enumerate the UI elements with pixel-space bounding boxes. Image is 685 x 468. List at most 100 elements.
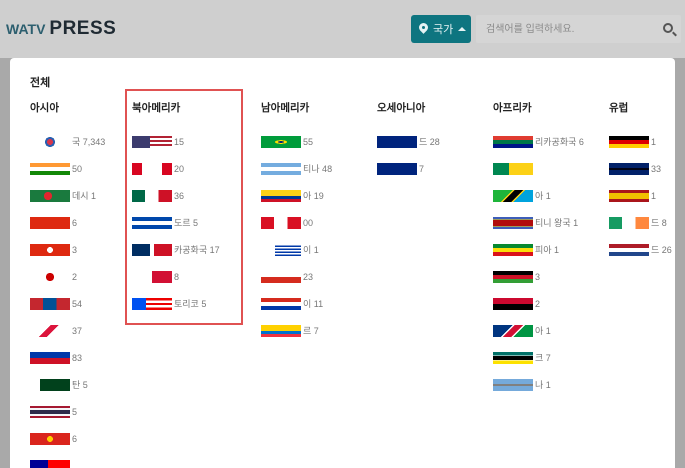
country-label: 5 <box>72 406 78 417</box>
country-label: 드 26 <box>651 245 672 255</box>
country-label: 37 <box>72 325 83 336</box>
country-label: 3 <box>535 271 541 282</box>
country-label: 1 <box>651 190 657 201</box>
region-title[interactable]: 아프리카 <box>493 100 605 114</box>
country-item[interactable]: 이 1 <box>261 236 373 263</box>
country-item[interactable]: 드 26 <box>609 236 675 263</box>
flag-mz-icon <box>493 351 533 364</box>
country-item[interactable]: 2 <box>493 290 605 317</box>
region-title[interactable]: 오세아니아 <box>377 100 489 114</box>
flag-mn-icon <box>30 297 70 310</box>
top-header: WATV PRESS 국가 <box>0 0 685 58</box>
flag-co-icon <box>261 189 301 202</box>
country-item[interactable]: 1 <box>609 182 675 209</box>
country-item[interactable]: 드 8 <box>609 209 675 236</box>
country-label: 2 <box>535 298 541 309</box>
country-label: 티니 왕국 1 <box>535 218 579 228</box>
country-item[interactable]: 3 <box>493 263 605 290</box>
flag-de-icon <box>609 135 649 148</box>
country-item[interactable]: 7 <box>377 155 489 182</box>
country-item[interactable]: 33 <box>609 155 675 182</box>
flag-bw-icon <box>493 378 533 391</box>
country-item[interactable]: 6 <box>30 425 142 452</box>
flag-ao-icon <box>493 297 533 310</box>
country-item[interactable]: 탄 5 <box>30 371 142 398</box>
flag-bj-icon <box>493 162 533 175</box>
country-label: 아 1 <box>535 326 551 336</box>
country-item[interactable] <box>493 155 605 182</box>
flag-uy-icon <box>261 243 301 256</box>
flag-ec-icon <box>261 324 301 337</box>
country-item[interactable]: 크 7 <box>493 344 605 371</box>
country-item[interactable]: 이 11 <box>261 290 373 317</box>
country-item[interactable]: 아 1 <box>493 317 605 344</box>
flag-tz-icon <box>493 189 533 202</box>
all-countries-link[interactable]: 전체 <box>30 74 50 90</box>
country-label: 이 1 <box>303 245 319 255</box>
country-label: 3 <box>72 244 78 255</box>
flag-np-icon <box>30 324 70 337</box>
logo-watv: WATV <box>6 21 46 37</box>
country-item[interactable]: 아 19 <box>261 182 373 209</box>
flag-vn-icon <box>30 432 70 445</box>
flag-za-icon <box>493 135 533 148</box>
country-button-label: 국가 <box>433 24 454 36</box>
country-label: 54 <box>72 298 83 309</box>
flag-nl-icon <box>609 243 649 256</box>
country-item[interactable]: 드 28 <box>377 128 489 155</box>
country-label: 크 7 <box>535 353 551 363</box>
country-label: 나 1 <box>535 380 551 390</box>
region-title[interactable]: 유럽 <box>609 100 675 114</box>
country-item[interactable]: 티니 왕국 1 <box>493 209 605 236</box>
site-logo[interactable]: WATV PRESS <box>6 18 116 40</box>
country-label: 르 7 <box>303 326 319 336</box>
country-label: 드 28 <box>419 137 440 147</box>
country-label: 2 <box>72 271 78 282</box>
country-label: 리카공화국 6 <box>535 137 584 147</box>
flag-nz-icon <box>377 162 417 175</box>
location-pin-icon <box>419 23 428 35</box>
country-label: 아 1 <box>535 191 551 201</box>
country-item[interactable]: 아 1 <box>493 182 605 209</box>
country-label: 탄 5 <box>72 380 88 390</box>
country-item[interactable]: 1 <box>609 128 675 155</box>
country-label: 국 7,343 <box>72 137 106 147</box>
flag-jp-icon <box>30 270 70 283</box>
highlight-box <box>125 89 243 325</box>
country-item[interactable] <box>30 452 142 468</box>
country-label: 6 <box>72 217 78 228</box>
country-item[interactable]: 83 <box>30 344 142 371</box>
country-label: 데시 1 <box>72 191 97 201</box>
country-label: 이 11 <box>303 299 324 309</box>
flag-pk-icon <box>30 378 70 391</box>
country-item[interactable]: 르 7 <box>261 317 373 344</box>
flag-br-icon <box>261 135 301 148</box>
region-title[interactable]: 남아메리카 <box>261 100 373 114</box>
region-column: 남아메리카 55 티나 48 아 19 00 이 1 23 이 11 르 7 <box>261 100 373 344</box>
country-item[interactable]: 티나 48 <box>261 155 373 182</box>
country-item[interactable]: 리카공화국 6 <box>493 128 605 155</box>
country-label: 6 <box>72 433 78 444</box>
country-dropdown-panel: 전체 아시아 국 7,343 50 데시 1 6 3 2 54 37 83 탄 5 5 6 북아메리카 15… <box>10 58 675 468</box>
country-label: 티나 48 <box>303 164 333 174</box>
search-input[interactable] <box>476 15 646 43</box>
country-item[interactable]: 피아 1 <box>493 236 605 263</box>
country-item[interactable]: 23 <box>261 263 373 290</box>
country-label: 피아 1 <box>535 245 560 255</box>
flag-cl-icon <box>261 270 301 283</box>
flag-na-icon <box>493 324 533 337</box>
country-dropdown-button[interactable]: 국가 <box>411 15 471 43</box>
search-icon[interactable] <box>663 23 673 33</box>
region-column: 유럽 1 33 1 드 8 드 26 <box>609 100 675 263</box>
region-column: 오세아니아드 28 7 <box>377 100 489 182</box>
country-item[interactable]: 5 <box>30 398 142 425</box>
region-column: 아프리카리카공화국 6 아 1 티니 왕국 1 피아 1 3 2 아 1 크 7 나 1 <box>493 100 605 398</box>
flag-ar-icon <box>261 162 301 175</box>
flag-gb-icon <box>609 162 649 175</box>
country-label: 00 <box>303 217 314 228</box>
country-item[interactable]: 나 1 <box>493 371 605 398</box>
flag-bd-icon <box>30 189 70 202</box>
flag-hk-icon <box>30 243 70 256</box>
country-item[interactable]: 00 <box>261 209 373 236</box>
country-item[interactable]: 55 <box>261 128 373 155</box>
